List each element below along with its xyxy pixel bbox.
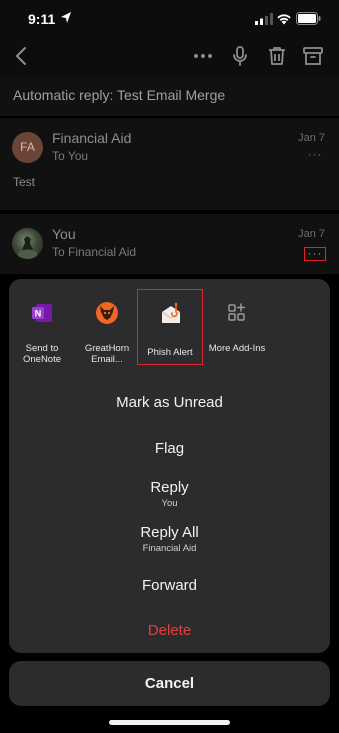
add-ins-icon [228, 303, 246, 321]
addin-send-to-onenote[interactable]: N Send to OneNote [10, 289, 74, 365]
subject-bar: Automatic reply: Test Email Merge [0, 76, 339, 116]
greathorn-icon [96, 302, 118, 324]
action-label: Flag [154, 440, 185, 457]
sender-name: You [52, 226, 76, 242]
location-icon [61, 12, 71, 23]
avatar [12, 228, 43, 259]
addin-label: GreatHorn Email... [84, 343, 130, 365]
message-item[interactable]: You To Financial Aid Jan 7 ··· [0, 214, 339, 274]
mic-icon[interactable] [228, 44, 252, 68]
archive-icon[interactable] [301, 44, 325, 68]
message-date: Jan 7 [298, 228, 325, 240]
addin-label: More Add-Ins [208, 343, 266, 354]
cancel-button[interactable]: Cancel [9, 661, 330, 706]
avatar: FA [12, 132, 43, 163]
addin-label: Phish Alert [147, 347, 193, 358]
message-more-button[interactable]: ··· [304, 148, 326, 163]
recipient-line: To You [52, 149, 89, 163]
message-body: Test [13, 175, 36, 189]
action-label: Mark as Unread [116, 394, 223, 411]
action-sublabel: Financial Aid [142, 543, 197, 554]
addin-more-addins[interactable]: More Add-Ins [205, 289, 269, 365]
avatar-photo-icon [18, 236, 37, 259]
trash-icon[interactable] [265, 44, 289, 68]
back-icon[interactable] [10, 44, 34, 68]
action-label: Delete [147, 622, 192, 639]
reply-all-button[interactable]: Reply All Financial Aid [9, 524, 330, 554]
cellular-signal-icon [255, 13, 273, 25]
message-date: Jan 7 [298, 132, 325, 144]
phish-alert-icon [161, 302, 181, 323]
sender-name: Financial Aid [52, 130, 132, 146]
action-label: Forward [141, 577, 197, 594]
status-time: 9:11 [28, 11, 56, 27]
mark-unread-button[interactable]: Mark as Unread [9, 394, 330, 411]
message-more-button[interactable]: ··· [304, 247, 326, 261]
onenote-icon: N [32, 304, 52, 322]
addin-greathorn[interactable]: GreatHorn Email... [75, 289, 139, 365]
message-item[interactable]: FA Financial Aid To You Jan 7 ··· Test [0, 118, 339, 210]
action-sheet: N Send to OneNote GreatHorn Email... Phi… [9, 279, 330, 653]
email-subject: Automatic reply: Test Email Merge [13, 87, 226, 103]
svg-text:N: N [35, 309, 42, 319]
delete-button[interactable]: Delete [9, 622, 330, 639]
flag-button[interactable]: Flag [9, 440, 330, 457]
more-icon[interactable] [191, 44, 215, 68]
home-indicator[interactable] [109, 720, 230, 725]
forward-button[interactable]: Forward [9, 577, 330, 594]
addin-label: Send to OneNote [22, 343, 62, 365]
status-bar: 9:11 [0, 0, 339, 38]
message-toolbar [0, 38, 339, 76]
battery-icon [296, 12, 321, 25]
addins-row: N Send to OneNote GreatHorn Email... Phi… [9, 279, 330, 371]
recipient-line: To Financial Aid [52, 245, 137, 259]
addin-phish-alert[interactable]: Phish Alert [137, 289, 203, 365]
action-label: Reply [150, 479, 189, 496]
wifi-icon [277, 14, 291, 25]
reply-button[interactable]: Reply You [9, 479, 330, 509]
action-label: Reply All [140, 524, 199, 541]
action-sublabel: You [161, 498, 178, 509]
